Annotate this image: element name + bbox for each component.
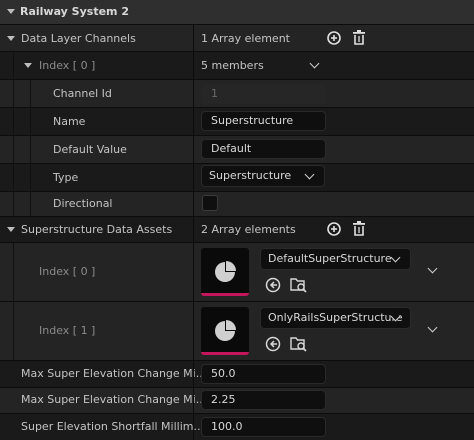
- type-dropdown[interactable]: Superstructure: [201, 165, 325, 187]
- array-summary: 2 Array elements: [201, 223, 296, 236]
- data-layer-channels-row[interactable]: Data Layer Channels 1 Array element: [0, 25, 474, 51]
- array-summary: 1 Array element: [201, 32, 290, 45]
- plus-circle-icon[interactable]: [327, 31, 341, 45]
- index-row[interactable]: Index [ 0 ] 5 members: [0, 52, 474, 79]
- pie-asset-icon: [215, 320, 236, 341]
- expand-arrow-icon[interactable]: [24, 63, 32, 68]
- section-header[interactable]: Railway System 2: [0, 0, 474, 24]
- directional-checkbox[interactable]: [202, 195, 218, 211]
- expand-arrow-icon[interactable]: [7, 36, 15, 41]
- default-value-row: Default Value Default: [0, 136, 474, 163]
- property-value-field[interactable]: 100.0: [201, 417, 326, 437]
- folder-search-icon[interactable]: [290, 335, 308, 353]
- asset-type-bar: [201, 293, 249, 296]
- trash-icon[interactable]: [352, 221, 366, 236]
- collapse-arrow-icon[interactable]: [7, 9, 15, 14]
- name-row: Name Superstructure: [0, 108, 474, 135]
- folder-search-icon[interactable]: [290, 276, 308, 294]
- type-row: Type Superstructure: [0, 164, 474, 191]
- name-label: Name: [53, 115, 86, 128]
- type-label: Type: [53, 171, 79, 184]
- asset-type-bar: [201, 352, 249, 355]
- property-value-field[interactable]: 50.0: [201, 364, 326, 384]
- chevron-down-icon[interactable]: [427, 263, 438, 274]
- section-title: Railway System 2: [20, 5, 129, 18]
- property-value-field[interactable]: 2.25: [201, 390, 326, 410]
- data-layer-channels-label: Data Layer Channels: [21, 32, 136, 45]
- members-summary: 5 members: [201, 59, 264, 72]
- property-row: Super Elevation Shortfall Millim... 100.…: [0, 414, 474, 440]
- chevron-down-icon[interactable]: [390, 252, 401, 263]
- superstructure-assets-row[interactable]: Superstructure Data Assets 2 Array eleme…: [0, 217, 474, 242]
- asset-picker[interactable]: OnlyRailsSuperStructure: [260, 307, 411, 329]
- default-value-label: Default Value: [53, 143, 127, 156]
- asset-name: OnlyRailsSuperStructure: [268, 311, 403, 324]
- asset-picker[interactable]: DefaultSuperStructure: [260, 248, 411, 270]
- asset-name: DefaultSuperStructure: [268, 252, 392, 265]
- indent-guide: [30, 80, 31, 216]
- plus-circle-icon[interactable]: [327, 222, 341, 236]
- column-divider[interactable]: [193, 25, 194, 440]
- asset-thumbnail[interactable]: [201, 248, 249, 296]
- property-label: Max Super Elevation Change Mi...: [21, 367, 207, 380]
- index-label: Index [ 0 ]: [39, 59, 96, 72]
- expand-arrow-icon[interactable]: [7, 227, 15, 232]
- asset-index-label: Index [ 1 ]: [39, 324, 96, 337]
- asset-item-row: Index [ 1 ] OnlyRailsSuperStructure: [0, 302, 474, 360]
- directional-row: Directional: [0, 192, 474, 216]
- property-label: Max Super Elevation Change Mi...: [21, 393, 207, 406]
- property-row: Max Super Elevation Change Mi... 2.25: [0, 388, 474, 413]
- channel-id-field: 1: [201, 84, 326, 104]
- arrow-left-circle-icon[interactable]: [265, 277, 281, 293]
- indent-guide: [13, 52, 14, 216]
- chevron-down-icon[interactable]: [304, 169, 315, 180]
- superstructure-assets-label: Superstructure Data Assets: [21, 223, 173, 236]
- asset-item-row: Index [ 0 ] DefaultSuperStructure: [0, 243, 474, 301]
- indent-guide: [13, 243, 14, 360]
- property-row: Max Super Elevation Change Mi... 50.0: [0, 361, 474, 387]
- directional-label: Directional: [53, 197, 113, 210]
- chevron-down-icon[interactable]: [427, 322, 438, 333]
- type-value: Superstructure: [209, 169, 292, 182]
- chevron-down-icon[interactable]: [309, 58, 320, 69]
- property-label: Super Elevation Shortfall Millim...: [21, 420, 204, 433]
- asset-thumbnail[interactable]: [201, 307, 249, 355]
- pie-asset-icon: [215, 261, 236, 282]
- arrow-left-circle-icon[interactable]: [265, 336, 281, 352]
- default-value-field[interactable]: Default: [201, 139, 326, 159]
- trash-icon[interactable]: [352, 30, 366, 45]
- asset-index-label: Index [ 0 ]: [39, 265, 96, 278]
- name-field[interactable]: Superstructure: [201, 111, 326, 131]
- channel-id-row: Channel Id 1: [0, 80, 474, 107]
- channel-id-label: Channel Id: [53, 87, 112, 100]
